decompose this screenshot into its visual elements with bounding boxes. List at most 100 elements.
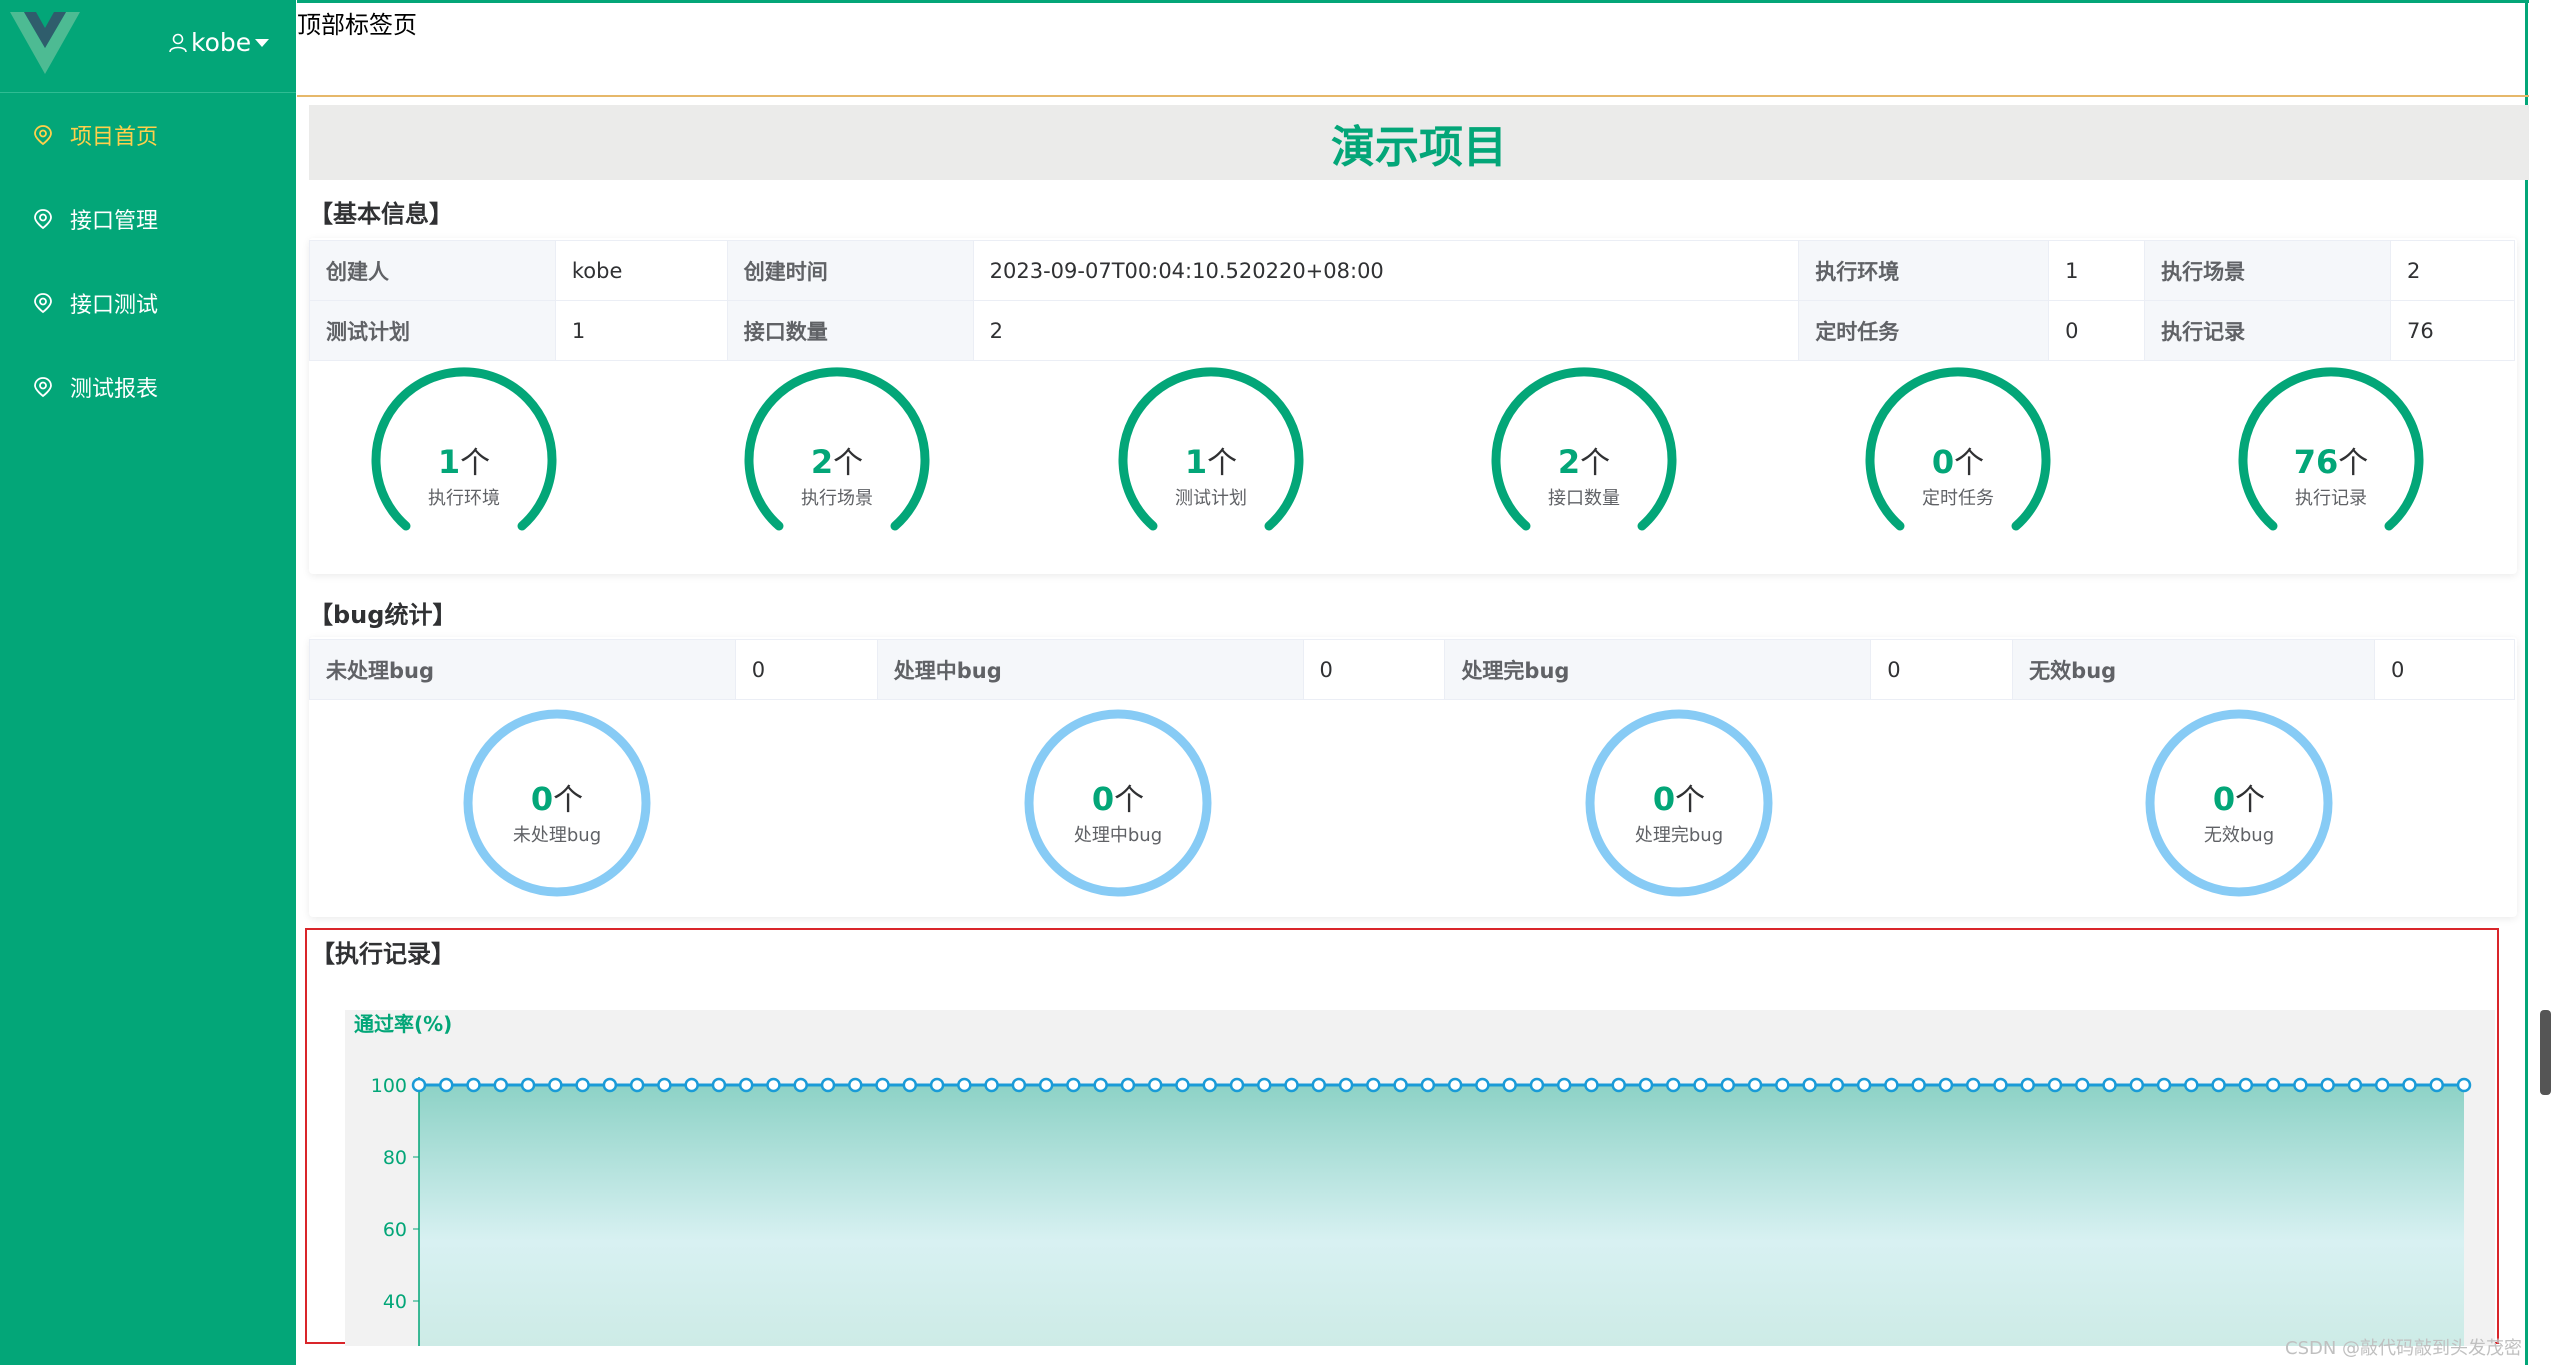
data-point[interactable]	[2374, 1077, 2390, 1093]
data-point[interactable]	[1638, 1077, 1654, 1093]
gauge-label: 执行环境	[428, 488, 500, 509]
data-point[interactable]	[1911, 1077, 1926, 1093]
data-point[interactable]	[1120, 1077, 1136, 1093]
data-point[interactable]	[2347, 1077, 2363, 1093]
data-point[interactable]	[929, 1077, 945, 1093]
scrollbar-thumb[interactable]	[2540, 1010, 2551, 1095]
data-point[interactable]	[1229, 1077, 1245, 1093]
data-point[interactable]	[1693, 1077, 1708, 1093]
data-point[interactable]	[2238, 1077, 2254, 1093]
data-point[interactable]	[1038, 1077, 1054, 1093]
data-point[interactable]	[602, 1077, 618, 1093]
bug-circle-value: 0个	[1579, 775, 1779, 819]
data-point[interactable]	[2075, 1077, 2090, 1093]
data-point[interactable]	[1556, 1077, 1572, 1093]
data-point[interactable]	[2102, 1077, 2117, 1093]
data-point[interactable]	[820, 1077, 836, 1093]
data-point[interactable]	[1175, 1077, 1190, 1093]
data-point[interactable]	[1257, 1077, 1272, 1093]
data-point[interactable]	[1066, 1077, 1081, 1093]
sidebar-item[interactable]: 接口管理	[0, 177, 296, 261]
sidebar-item-label: 接口测试	[70, 293, 159, 318]
created-label: 创建时间	[726, 240, 974, 301]
sidebar-item[interactable]: 接口测试	[0, 261, 296, 345]
data-point[interactable]	[984, 1077, 999, 1093]
data-point[interactable]	[1884, 1077, 1899, 1093]
data-point[interactable]	[2129, 1077, 2145, 1093]
data-point[interactable]	[1475, 1077, 1490, 1093]
data-point[interactable]	[520, 1077, 536, 1093]
data-point[interactable]	[411, 1077, 427, 1093]
data-point[interactable]	[1420, 1077, 1436, 1093]
data-point[interactable]	[439, 1077, 454, 1093]
data-point[interactable]	[657, 1077, 672, 1093]
data-point[interactable]	[575, 1077, 590, 1093]
data-point[interactable]	[1393, 1077, 1408, 1093]
data-point[interactable]	[1284, 1077, 1299, 1093]
data-point[interactable]	[902, 1077, 918, 1093]
data-point[interactable]	[2456, 1077, 2472, 1093]
data-point[interactable]	[2156, 1077, 2172, 1093]
data-point[interactable]	[738, 1077, 754, 1093]
data-point[interactable]	[793, 1077, 808, 1093]
data-point[interactable]	[1802, 1077, 1817, 1093]
data-point[interactable]	[848, 1077, 863, 1093]
bug-circle-label: 无效bug	[2203, 825, 2275, 846]
data-point[interactable]	[1447, 1077, 1463, 1093]
user-dropdown[interactable]: kobe	[168, 28, 270, 57]
data-point[interactable]	[629, 1077, 645, 1093]
data-point[interactable]	[766, 1077, 781, 1093]
data-point[interactable]	[684, 1077, 699, 1093]
sidebar: kobe 项目首页 接口管理接口测试测试报表	[0, 0, 296, 1365]
data-point[interactable]	[2402, 1077, 2417, 1093]
data-point[interactable]	[1529, 1077, 1545, 1093]
sidebar-item[interactable]: 项目首页	[0, 93, 296, 177]
sidebar-item[interactable]: 测试报表	[0, 345, 296, 429]
data-point[interactable]	[1965, 1077, 1981, 1093]
data-point[interactable]	[2020, 1077, 2035, 1093]
user-icon	[169, 33, 187, 52]
data-point[interactable]	[466, 1077, 481, 1093]
data-point[interactable]	[493, 1077, 509, 1093]
data-point[interactable]	[1011, 1077, 1027, 1093]
data-point[interactable]	[711, 1077, 727, 1093]
gauge: 2个 接口数量	[1484, 366, 1684, 566]
data-point[interactable]	[2211, 1077, 2226, 1093]
gauge-number: 0	[1931, 443, 1955, 481]
data-point[interactable]	[2184, 1077, 2199, 1093]
caret-down-icon	[255, 38, 270, 47]
untreated-value: 0	[734, 639, 878, 700]
data-point[interactable]	[1938, 1077, 1954, 1093]
data-point[interactable]	[1147, 1077, 1163, 1093]
data-point[interactable]	[1502, 1077, 1517, 1093]
data-point[interactable]	[1666, 1077, 1681, 1093]
data-point[interactable]	[1202, 1077, 1217, 1093]
data-point[interactable]	[1611, 1077, 1626, 1093]
data-point[interactable]	[2265, 1077, 2281, 1093]
gauge: 76个 执行记录	[2231, 366, 2431, 566]
data-point[interactable]	[875, 1077, 890, 1093]
data-point[interactable]	[1093, 1077, 1108, 1093]
data-point[interactable]	[1829, 1077, 1845, 1093]
top-tab-label[interactable]: 顶部标签页	[297, 11, 417, 39]
username: kobe	[191, 28, 252, 57]
data-point[interactable]	[1747, 1077, 1763, 1093]
data-point[interactable]	[2429, 1077, 2444, 1093]
data-point[interactable]	[1993, 1077, 2008, 1093]
sidebar-menu: 项目首页 接口管理接口测试测试报表	[0, 93, 296, 429]
data-point[interactable]	[548, 1077, 563, 1093]
gauge-number: 76	[2293, 443, 2339, 481]
data-point[interactable]	[2293, 1077, 2308, 1093]
data-point[interactable]	[957, 1077, 972, 1093]
data-point[interactable]	[1338, 1077, 1354, 1093]
gauge-unit: 个	[1580, 446, 1611, 481]
gauge: 1个 测试计划	[1111, 366, 1311, 566]
data-point[interactable]	[1720, 1077, 1736, 1093]
data-point[interactable]	[1856, 1077, 1872, 1093]
data-point[interactable]	[1584, 1077, 1599, 1093]
data-point[interactable]	[1311, 1077, 1327, 1093]
data-point[interactable]	[2047, 1077, 2063, 1093]
data-point[interactable]	[2320, 1077, 2335, 1093]
data-point[interactable]	[1775, 1077, 1790, 1093]
data-point[interactable]	[1366, 1077, 1381, 1093]
